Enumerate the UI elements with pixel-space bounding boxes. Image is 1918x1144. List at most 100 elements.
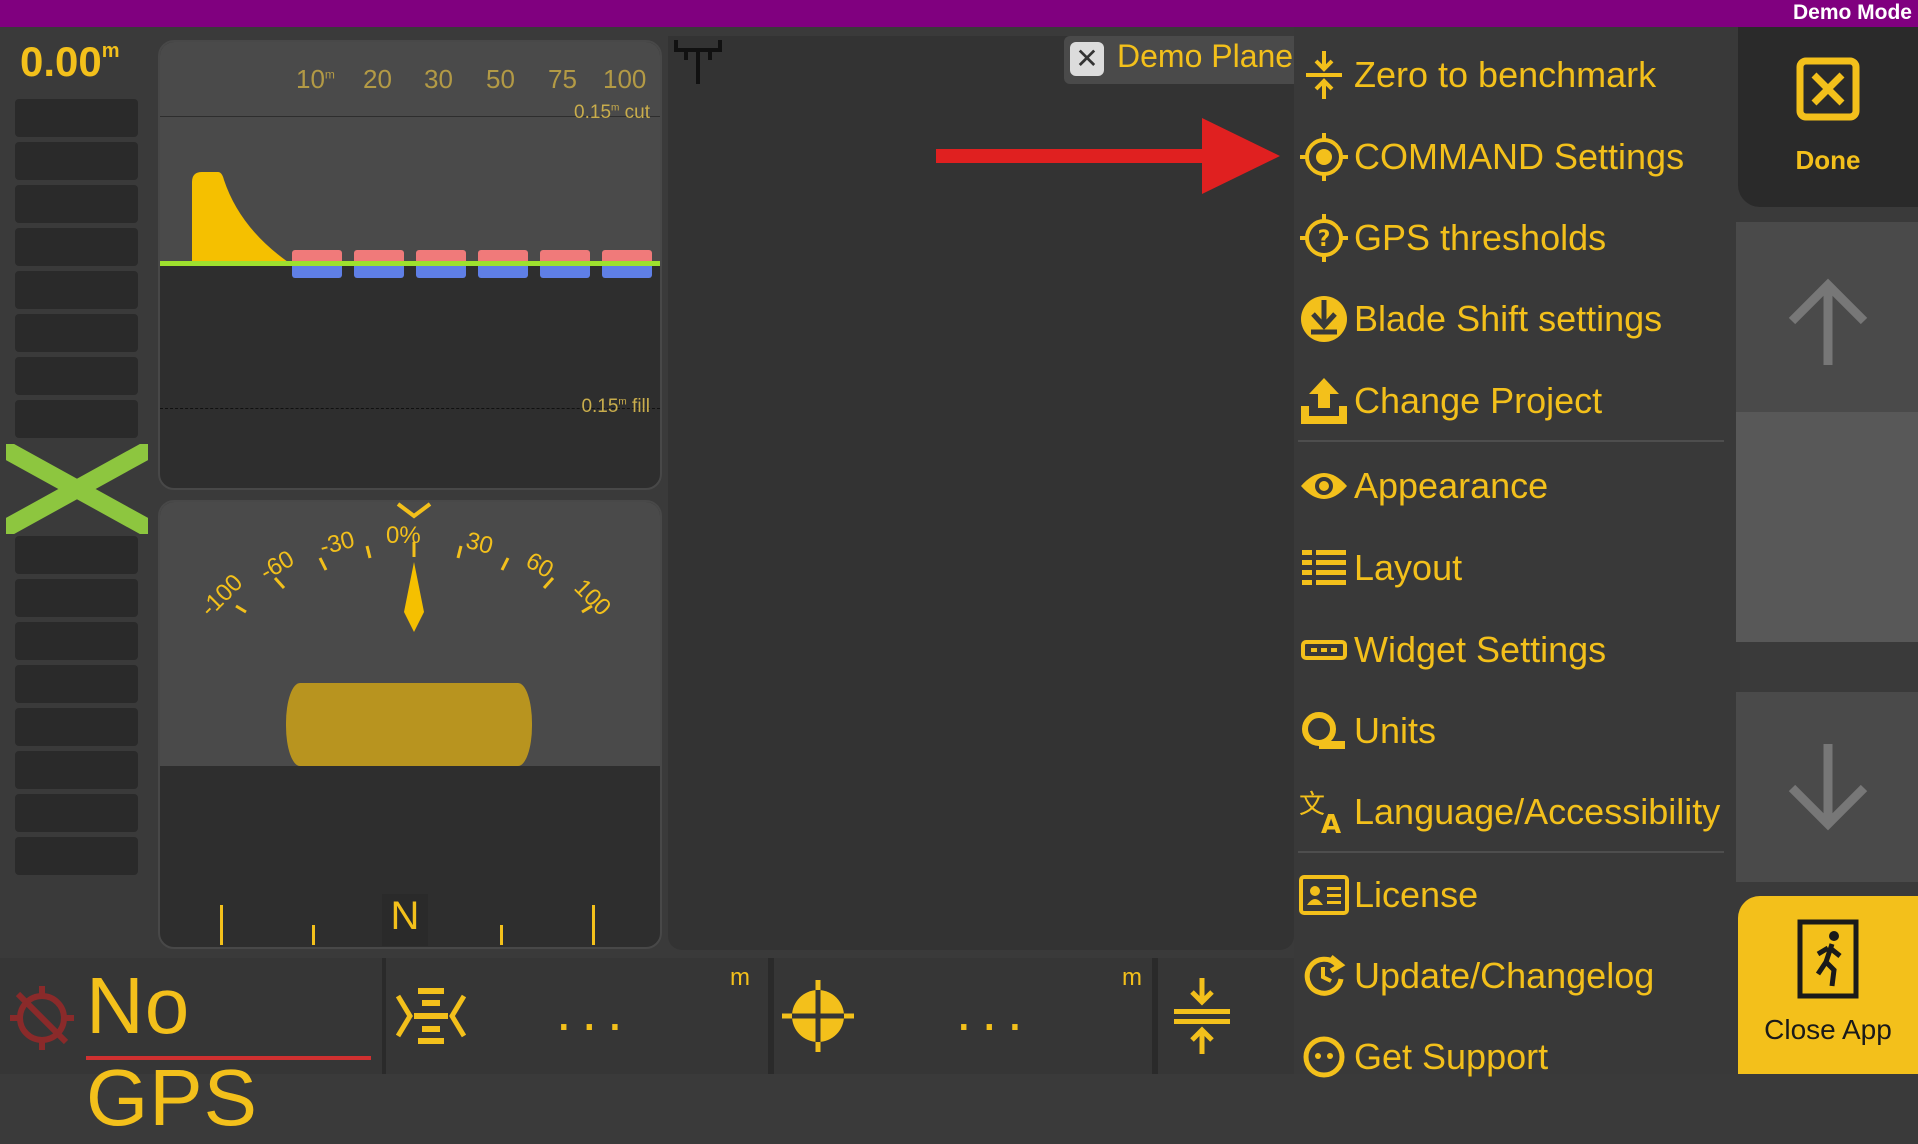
status-bar: No GPS m ... m ... [0,958,1294,1142]
light-bar-segment [15,400,138,438]
menu-divider [1298,440,1724,442]
slope-panel[interactable]: 0% -30 -60 -100 30 60 100 N [158,500,662,949]
menu-label: Widget Settings [1354,629,1607,670]
cut-fill-panel[interactable]: 10m 20 30 50 75 100 0.15m cut 0.15m fill [158,40,662,490]
light-bar-segment [15,142,138,180]
menu-item-appearance[interactable]: Appearance [1294,451,1734,521]
light-bar-segment [15,536,138,574]
light-bar-segment [15,622,138,660]
slope-needle-icon [404,562,424,632]
mode-bar: Demo Mode [0,0,1918,27]
menu-divider [1298,851,1724,853]
done-button[interactable]: Done [1738,27,1918,207]
elevation-readout: 0.00m [20,38,120,86]
arrow-down-icon [1786,742,1870,832]
exit-door-icon [1796,918,1860,1000]
menu-item-zero-to-benchmark[interactable]: Zero to benchmark [1294,40,1734,110]
compass-heading: N [382,894,428,946]
elevation-value: 0.00 [20,38,102,85]
scrollbar-thumb[interactable] [1736,412,1918,642]
menu-label: License [1354,874,1479,915]
menu-item-layout[interactable]: Layout [1294,533,1734,603]
plane-tag[interactable]: ✕ Demo Plane [1064,36,1294,84]
light-bar-segment [15,579,138,617]
annotation-arrow-icon [936,118,1280,194]
target-gear-icon [1296,129,1352,185]
menu-item-language-accessibility[interactable]: 文A Language/Accessibility [1294,777,1734,847]
distance-tick-label: 10m [296,64,335,94]
arrow-up-icon [1786,277,1870,367]
menu-label: COMMAND Settings [1354,136,1685,177]
menu-label: Units [1354,710,1437,751]
on-grade-chevron-icon [1,443,153,535]
menu-label: Blade Shift settings [1354,298,1663,339]
compass-tick [592,905,595,945]
light-bar-segment [15,708,138,746]
support-face-icon [1296,1029,1352,1085]
compass-tick [500,925,503,945]
menu-label: Update/Changelog [1354,955,1655,996]
svg-text:?: ? [1318,227,1331,252]
field-cell-2[interactable]: m ... [774,958,1152,1074]
benchmark-cell[interactable] [1158,958,1294,1074]
menu-item-command-settings[interactable]: COMMAND Settings [1294,122,1734,192]
menu-label: Layout [1354,547,1463,588]
distance-tick-label: 75 [548,64,577,94]
menu-item-get-support[interactable]: Get Support [1294,1022,1734,1092]
close-plane-icon[interactable]: ✕ [1070,42,1104,76]
distance-tick-label: 50 [486,64,515,94]
light-bar-segment [15,314,138,352]
menu-label: GPS thresholds [1354,217,1607,258]
menu-item-units[interactable]: Units [1294,696,1734,766]
fill-segment [602,266,652,278]
menu-item-gps-thresholds[interactable]: ? GPS thresholds [1294,203,1734,273]
offset-icon [395,984,467,1048]
menu-label: Change Project [1354,380,1603,421]
demo-mode-label: Demo Mode [1792,1,1912,24]
light-bar-segment [15,837,138,875]
widget-bar-icon [1296,622,1352,678]
gps-status-underline [86,1056,371,1060]
gps-status-cell[interactable]: No GPS [0,958,382,1142]
blade-graphic [286,683,532,766]
scroll-down-button[interactable] [1736,692,1918,882]
refresh-icon [1296,948,1352,1004]
field-value: ... [556,979,633,1042]
fill-segment [354,266,404,278]
layout-list-icon [1296,540,1352,596]
close-app-button[interactable]: Close App [1738,896,1918,1074]
menu-item-change-project[interactable]: Change Project [1294,366,1734,436]
menu-label: Appearance [1354,465,1549,506]
menu-item-update-changelog[interactable]: Update/Changelog [1294,941,1734,1011]
crosshair-icon [782,980,854,1052]
close-box-icon [1796,57,1860,121]
light-bar-segment [15,271,138,309]
field-cell-1[interactable]: m ... [386,958,768,1074]
compass-tick [312,925,315,945]
fill-tolerance-label: 0.15m fill [581,396,650,417]
scroll-up-button[interactable] [1736,222,1918,412]
close-app-label: Close App [1764,1014,1892,1045]
field-unit: m [1122,964,1142,991]
gps-status-text: No GPS [86,961,258,1142]
fill-segment [416,266,466,278]
compress-icon [1172,978,1232,1054]
menu-label: Language/Accessibility [1354,791,1721,832]
cut-tolerance-label: 0.15m cut [574,102,650,123]
light-bar-segment [15,794,138,832]
menu-item-widget-settings[interactable]: Widget Settings [1294,615,1734,685]
menu-label: Zero to benchmark [1354,54,1657,95]
menu-item-blade-shift-settings[interactable]: Blade Shift settings [1294,284,1734,354]
distance-tick-label: 20 [363,64,392,94]
gauge-pointer-top-icon [396,502,432,519]
light-bar-segment [15,99,138,137]
question-target-icon: ? [1296,210,1352,266]
eye-icon [1296,458,1352,514]
light-bar-segment [15,357,138,395]
translate-icon: 文A [1296,784,1352,840]
fill-segment [292,266,342,278]
gps-off-icon [8,984,76,1052]
menu-item-license[interactable]: License [1294,860,1734,930]
light-bar-segment [15,185,138,223]
id-card-icon [1296,867,1352,923]
